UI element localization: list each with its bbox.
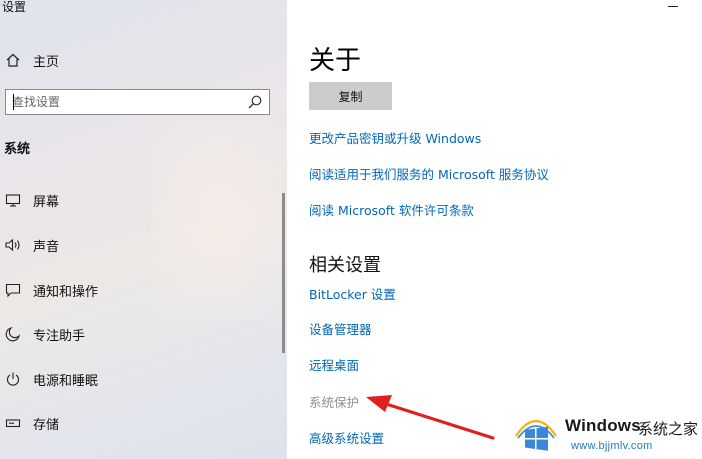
watermark-url: www.bjjmlv.com [571,440,653,452]
watermark-cn-text: 系统之家 [638,420,699,438]
windows-logo-icon [515,419,557,451]
annotation-arrow [366,395,495,440]
watermark: Windows 系统之家 www.bjjmlv.com [511,408,702,459]
watermark-brand: Windows [565,416,641,435]
